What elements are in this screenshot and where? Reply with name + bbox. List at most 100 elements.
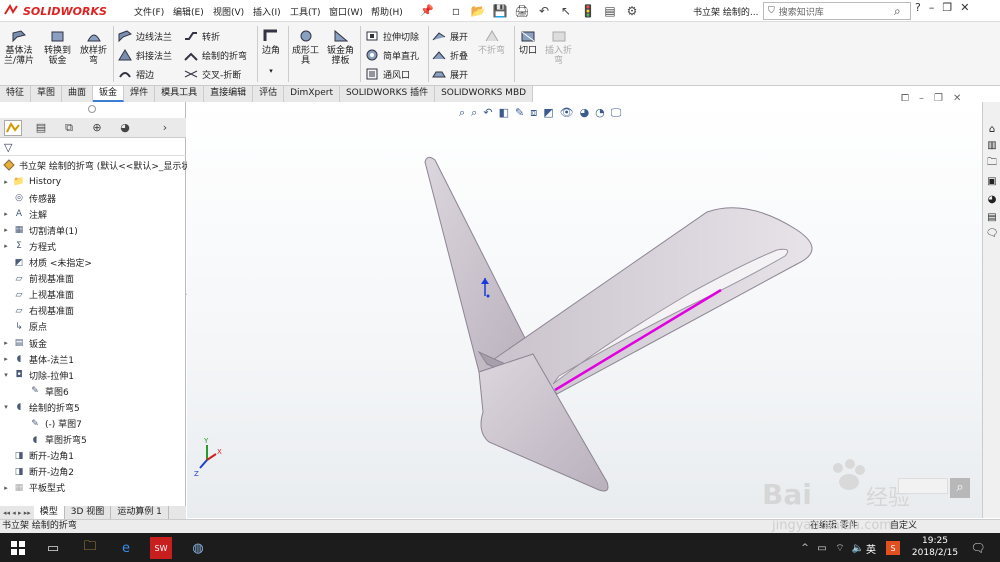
tree-expand-arrow-icon[interactable]: ▸ (0, 242, 12, 250)
panel-scroll-right-icon[interactable]: › (156, 120, 174, 136)
close-icon[interactable]: ✕ (960, 1, 969, 14)
open-folder-icon[interactable]: 📂 (469, 2, 487, 20)
fold-button[interactable]: 折叠 (432, 47, 468, 63)
insert-bends-button[interactable]: 插入折 弯 (545, 28, 572, 66)
view-palette-icon[interactable]: ▣ (985, 174, 999, 188)
tree-item[interactable]: ▱ 右视基准面 (0, 303, 74, 319)
menu-tools[interactable]: 工具(T) (290, 5, 321, 18)
tree-item[interactable]: ▾ ◘ 切除-拉伸1 (0, 367, 74, 383)
volume-icon[interactable]: 🔈 (848, 538, 868, 558)
sogou-ime-icon[interactable]: S (886, 541, 900, 555)
tab-3d-view[interactable]: 3D 视图 (65, 506, 112, 519)
convert-to-sheet-metal-button[interactable]: 转换到 钣金 (44, 28, 71, 66)
restore-icon[interactable]: ❐ (942, 1, 952, 14)
tree-filter[interactable]: ▽ (0, 139, 186, 156)
custom-properties-icon[interactable]: ▤ (985, 210, 999, 224)
filter-icon[interactable]: ▽ (4, 141, 12, 154)
tree-item[interactable]: ▸ 📁 History (0, 174, 61, 190)
menu-insert[interactable]: 插入(I) (253, 5, 281, 18)
appearances-icon[interactable]: ◕ (985, 192, 999, 206)
display-manager-tab-icon[interactable]: ◕ (116, 120, 134, 136)
tab-scroll-arrows-icon[interactable]: ◂◂ ◂ ▸ ▸▸ (0, 509, 34, 517)
tree-item[interactable]: ▸ Σ 方程式 (0, 238, 56, 254)
tree-item[interactable]: ▱ 上视基准面 (0, 287, 74, 303)
tab-solidworks-mbd[interactable]: SOLIDWORKS MBD (435, 86, 534, 102)
sheet-metal-gusset-button[interactable]: 钣金角 撑板 (327, 28, 354, 66)
hem-button[interactable]: 褶边 (118, 66, 154, 82)
minimize-icon[interactable]: – (929, 1, 935, 14)
tree-item[interactable]: ▸ ▦ 切割清单(1) (0, 222, 78, 238)
help-icon[interactable]: ? (915, 1, 921, 14)
print-icon[interactable]: 🖨 (513, 2, 531, 20)
task-view-icon[interactable]: ▭ (43, 538, 63, 558)
tree-expand-arrow-icon[interactable]: ▸ (0, 339, 12, 347)
tree-expand-arrow-icon[interactable]: ▸ (0, 226, 12, 234)
panel-resize-handle[interactable] (88, 105, 96, 113)
app-taskbar-icon[interactable]: ◍ (188, 538, 208, 558)
tab-sheet-metal[interactable]: 钣金 (93, 86, 125, 102)
tab-dimxpert[interactable]: DimXpert (284, 86, 340, 102)
tree-item[interactable]: ▸ ▤ 钣金 (0, 335, 47, 351)
tab-evaluate[interactable]: 评估 (253, 86, 285, 102)
cross-break-button[interactable]: 交叉-折断 (184, 66, 241, 82)
tree-expand-arrow-icon[interactable]: ▸ (0, 210, 12, 218)
tab-model[interactable]: 模型 (33, 506, 65, 519)
corners-button[interactable]: 边角 ▾ (262, 28, 280, 76)
menu-window[interactable]: 窗口(W) (329, 5, 363, 18)
options-gear-icon[interactable]: ⚙ (623, 2, 641, 20)
tab-weldments[interactable]: 焊件 (124, 86, 156, 102)
tree-item[interactable]: ◖ 草图折弯5 (16, 432, 87, 448)
tree-expand-arrow-icon[interactable]: ▸ (0, 484, 12, 492)
save-icon[interactable]: 💾 (491, 2, 509, 20)
ime-language[interactable]: 英 (866, 541, 876, 556)
solidworks-resources-icon[interactable]: ⌂ (985, 122, 999, 136)
sheet-metal-part-model[interactable]: Y X Z (187, 102, 982, 518)
base-flange-button[interactable]: 基体法 兰/薄片 (4, 28, 34, 66)
jog-button[interactable]: 转折 (184, 28, 220, 44)
tab-motion-study[interactable]: 运动算例 1 (111, 506, 169, 519)
edge-browser-icon[interactable]: e (116, 538, 136, 558)
search-icon[interactable]: ⌕ (894, 4, 910, 19)
solidworks-taskbar-icon[interactable]: SW (150, 537, 172, 559)
search-knowledge-base-input[interactable]: ⛉ 搜索知识库 ⌕ (763, 2, 911, 20)
tree-item[interactable]: ▸ ◖ 基体-法兰1 (0, 351, 74, 367)
graphics-viewport[interactable]: ⌕ ⌕ ↶ ◧ ✎ ⧈ ◩ 👁 ◕ ◔ 🖵 ⧠ – ❐ ✕ Y X Z (187, 93, 982, 518)
miter-flange-button[interactable]: 斜接法兰 (118, 47, 172, 63)
battery-icon[interactable]: ▭ (812, 538, 832, 558)
configuration-manager-tab-icon[interactable]: ⧉ (60, 120, 78, 136)
rip-button[interactable]: 切口 (519, 28, 537, 56)
tab-direct-editing[interactable]: 直接编辑 (204, 86, 254, 102)
tree-item[interactable]: ▱ 前视基准面 (0, 271, 74, 287)
tab-surfaces[interactable]: 曲面 (62, 86, 94, 102)
tree-item[interactable]: ◨ 断开-边角2 (0, 464, 74, 480)
taskbar-clock[interactable]: 19:25 2018/2/15 (910, 535, 960, 559)
traffic-light-icon[interactable]: 🚦 (579, 2, 597, 20)
tree-expand-arrow-icon[interactable]: ▾ (0, 371, 12, 379)
menu-view[interactable]: 视图(V) (213, 5, 244, 18)
no-bends-button[interactable]: 不折弯 (478, 28, 505, 56)
tree-item[interactable]: ◩ 材质 <未指定> (0, 255, 92, 271)
tab-features[interactable]: 特征 (0, 86, 32, 102)
tree-item[interactable]: ▸ ▦ 平板型式 (0, 480, 65, 496)
property-manager-tab-icon[interactable]: ▤ (32, 120, 50, 136)
simple-hole-button[interactable]: 简单直孔 (365, 47, 419, 63)
network-icon[interactable]: ⌔ (830, 538, 850, 558)
corners-dropdown-icon[interactable]: ▾ (269, 66, 273, 76)
design-library-icon[interactable]: ▥ (985, 138, 999, 152)
forming-tool-button[interactable]: 成形工 具 (292, 28, 319, 66)
file-explorer-taskbar-icon[interactable]: 🗀 (80, 538, 100, 558)
vent-button[interactable]: 通风口 (365, 66, 410, 82)
undo-icon[interactable]: ↶ (535, 2, 553, 20)
menu-edit[interactable]: 编辑(E) (173, 5, 204, 18)
select-pointer-icon[interactable]: ↖ (557, 2, 575, 20)
forum-icon[interactable]: 🗨 (985, 226, 999, 240)
tree-item[interactable]: ✎ 草图6 (16, 383, 69, 399)
tab-solidworks-addins[interactable]: SOLIDWORKS 插件 (339, 86, 436, 102)
notification-center-icon[interactable]: 🗨 (968, 538, 988, 558)
tree-item[interactable]: ✎ (-) 草图7 (16, 416, 82, 432)
menu-help[interactable]: 帮助(H) (371, 5, 403, 18)
windows-start-icon[interactable] (8, 538, 28, 558)
dimxpert-manager-tab-icon[interactable]: ⊕ (88, 120, 106, 136)
tree-item[interactable]: ◨ 断开-边角1 (0, 448, 74, 464)
new-document-icon[interactable]: ▫ (447, 2, 465, 20)
